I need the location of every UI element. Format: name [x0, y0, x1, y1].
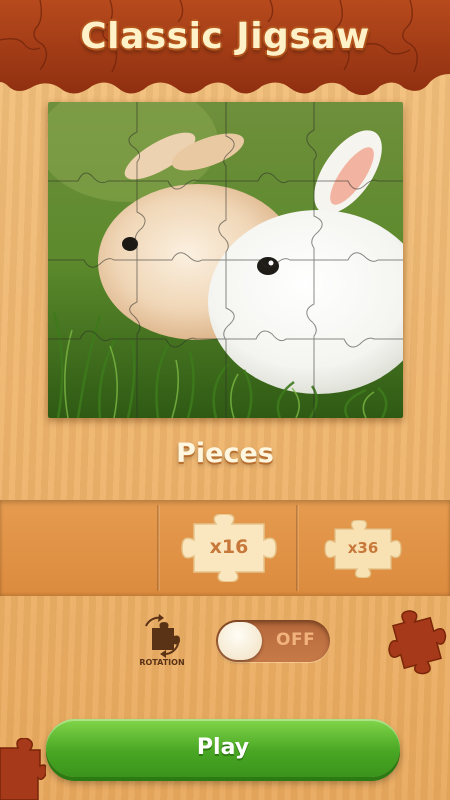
toggle-state-text: OFF [276, 630, 316, 650]
rotation-toggle[interactable]: OFF [216, 620, 330, 662]
page-title: Classic Jigsaw [80, 16, 370, 57]
piece-count-label: x36 [347, 539, 379, 557]
toggle-knob[interactable] [218, 622, 262, 660]
piece-option-36[interactable]: x36 [299, 500, 450, 596]
rotation-control[interactable]: ROTATION [132, 612, 192, 672]
piece-count-label: x16 [209, 536, 249, 558]
play-button[interactable]: Play [46, 719, 400, 777]
pieces-heading: Pieces [176, 438, 274, 469]
rotation-label: ROTATION [139, 658, 185, 667]
piece-option-empty[interactable] [0, 500, 157, 596]
decorative-puzzle-piece-icon [0, 738, 46, 800]
rotation-icon [145, 614, 180, 658]
piece-option-16[interactable]: x16 [160, 500, 296, 596]
puzzle-preview-image [48, 102, 403, 418]
decorative-puzzle-piece-icon [388, 610, 447, 675]
